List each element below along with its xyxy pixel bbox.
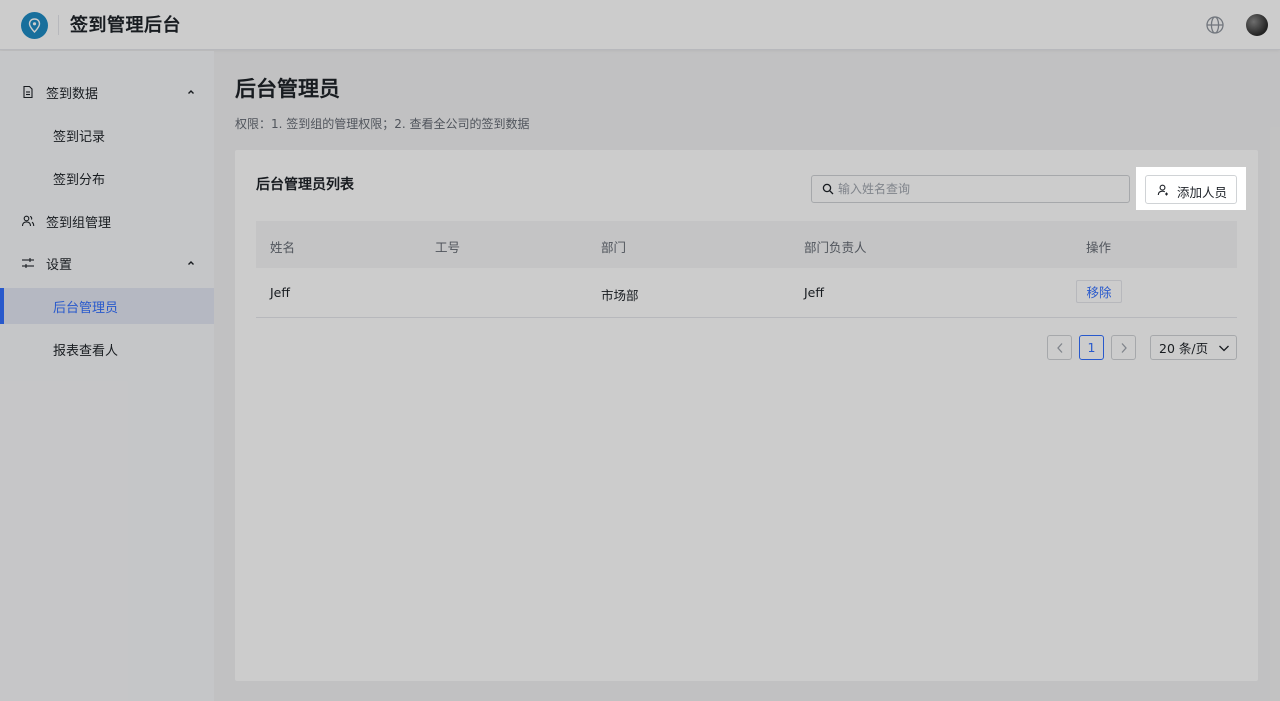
search-input[interactable] xyxy=(838,176,1123,202)
globe-icon[interactable] xyxy=(1205,15,1225,35)
table-header: 姓名 工号 部门 部门负责人 操作 xyxy=(256,221,1237,268)
add-user-icon xyxy=(1157,184,1168,196)
sidebar-item-label: 报表查看人 xyxy=(53,343,119,359)
sidebar-item-checkin-distribution[interactable]: 签到分布 xyxy=(0,160,214,196)
cell-dept-head: Jeff xyxy=(804,285,824,300)
sidebar-item-label: 后台管理员 xyxy=(53,300,119,316)
search-icon xyxy=(822,183,834,195)
add-member-button[interactable]: 添加人员 xyxy=(1145,175,1237,204)
page-size-value: 20 条/页 xyxy=(1159,341,1209,356)
users-icon xyxy=(21,215,35,227)
user-avatar[interactable] xyxy=(1246,14,1268,36)
admin-list-card: 后台管理员列表 姓名 工号 部门 部门负责人 操作 Jeff 市场部 Jeff … xyxy=(235,150,1258,681)
sidebar-item-label: 签到记录 xyxy=(53,129,106,145)
column-header-action: 操作 xyxy=(1086,240,1112,255)
page-size-select[interactable]: 20 条/页 xyxy=(1150,335,1237,360)
column-header-name: 姓名 xyxy=(270,240,296,255)
sidebar-item-label: 签到组管理 xyxy=(46,215,112,231)
column-header-dept-head: 部门负责人 xyxy=(804,240,867,255)
sidebar-item-admins[interactable]: 后台管理员 xyxy=(0,288,214,324)
page-title: 后台管理员 xyxy=(235,77,340,101)
column-header-employee-id: 工号 xyxy=(435,240,461,255)
app-title: 签到管理后台 xyxy=(70,15,181,36)
page-description: 权限：1. 签到组的管理权限；2. 查看全公司的签到数据 xyxy=(235,117,530,131)
document-icon xyxy=(23,85,33,99)
top-header: 签到管理后台 xyxy=(0,0,1280,50)
chevron-left-icon xyxy=(1056,342,1062,353)
next-page-button[interactable] xyxy=(1111,335,1136,360)
chevron-right-icon xyxy=(1121,342,1127,353)
header-divider xyxy=(58,15,59,35)
sidebar-item-settings[interactable]: 设置 xyxy=(0,245,214,281)
sidebar-item-label: 签到数据 xyxy=(46,86,99,102)
app-logo-icon[interactable] xyxy=(21,12,48,39)
column-header-department: 部门 xyxy=(601,240,627,255)
sidebar-item-group-management[interactable]: 签到组管理 xyxy=(0,203,214,239)
sidebar-item-checkin-data[interactable]: 签到数据 xyxy=(0,74,214,110)
chevron-up-icon xyxy=(188,261,194,265)
sliders-icon xyxy=(22,258,34,268)
page-number-button[interactable]: 1 xyxy=(1079,335,1104,360)
sidebar-item-label: 设置 xyxy=(46,257,73,273)
search-box[interactable] xyxy=(811,175,1130,203)
sidebar-item-checkin-records[interactable]: 签到记录 xyxy=(0,117,214,153)
card-title: 后台管理员列表 xyxy=(256,177,354,193)
sidebar: 签到数据 签到记录 签到分布 签到组管理 设置 后台管理员 报表查看人 xyxy=(0,51,214,701)
add-member-label: 添加人员 xyxy=(1177,185,1228,200)
table-row: Jeff 市场部 Jeff 移除 xyxy=(256,268,1237,318)
chevron-up-icon xyxy=(188,90,194,94)
cell-name: Jeff xyxy=(270,285,290,300)
remove-button[interactable]: 移除 xyxy=(1076,280,1122,303)
sidebar-item-report-viewers[interactable]: 报表查看人 xyxy=(0,331,214,367)
cell-department: 市场部 xyxy=(601,288,639,303)
highlight-spotlight: 添加人员 xyxy=(1136,167,1246,210)
chevron-down-icon xyxy=(1219,345,1229,352)
prev-page-button[interactable] xyxy=(1047,335,1072,360)
sidebar-item-label: 签到分布 xyxy=(53,172,106,188)
